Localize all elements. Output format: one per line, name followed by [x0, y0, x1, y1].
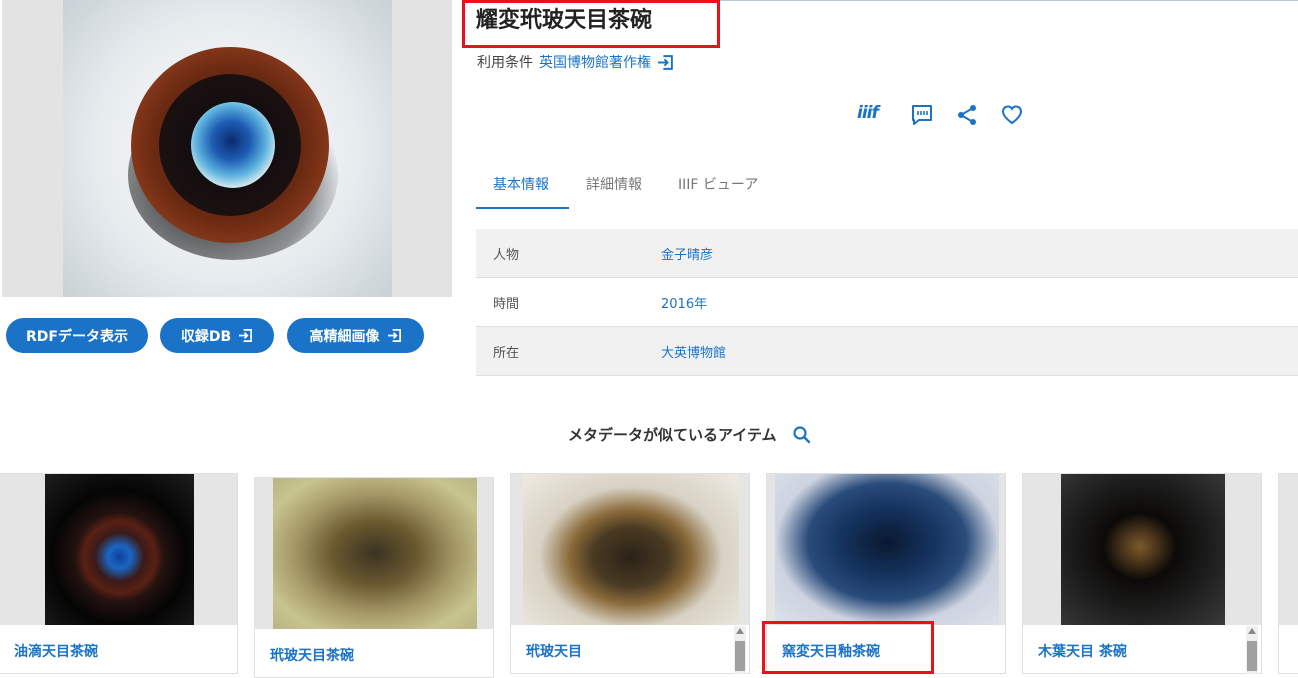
iiif-icon[interactable]: iiif [857, 103, 879, 123]
tab-detail-info[interactable]: 詳細情報 [569, 164, 659, 209]
comment-icon[interactable] [910, 103, 934, 127]
hires-image-button-label: 高精細画像 [309, 328, 380, 345]
hires-image-button[interactable]: 高精細画像 [287, 318, 424, 353]
card-title: 油滴天目茶碗 [14, 644, 98, 660]
info-row-person: 人物 金子晴彦 [476, 229, 1298, 278]
external-link-icon [239, 329, 253, 342]
external-link-icon [387, 329, 401, 342]
search-icon[interactable] [792, 425, 812, 445]
info-key: 所在 [493, 345, 520, 361]
rdf-data-button-label: RDFデータ表示 [26, 328, 128, 345]
info-key: 人物 [493, 247, 520, 263]
similar-items-heading: メタデータが似ているアイテム [568, 424, 812, 445]
similar-item-card[interactable]: 木葉天目 茶碗 [1022, 473, 1262, 674]
external-link-icon[interactable] [657, 54, 674, 71]
usage-terms-label: 利用条件 [477, 55, 533, 71]
info-row-time: 時間 2016年 [476, 278, 1298, 327]
card-scrollbar[interactable] [1246, 626, 1258, 674]
share-icon[interactable] [955, 103, 979, 127]
bowl-photo [63, 0, 392, 297]
card-thumbnail [767, 474, 1005, 625]
info-key: 時間 [493, 296, 520, 312]
collection-db-button[interactable]: 収録DB [160, 318, 274, 353]
usage-terms-link[interactable]: 英国博物館著作権 [539, 52, 651, 72]
top-divider [462, 0, 1298, 1]
card-thumbnail [255, 478, 493, 629]
basic-info-table: 人物 金子晴彦 時間 2016年 所在 大英博物館 [476, 229, 1298, 376]
similar-item-card[interactable]: 油滴天目茶碗 [0, 473, 238, 674]
info-value-link[interactable]: 2016年 [661, 293, 707, 312]
main-item-image[interactable] [2, 0, 452, 297]
similar-item-card[interactable]: 窯変天目釉茶碗 [766, 473, 1006, 674]
detail-tabs: 基本情報 詳細情報 IIIF ビューア [476, 164, 1298, 209]
card-scrollbar[interactable] [734, 626, 746, 674]
card-thumbnail [511, 474, 749, 625]
similar-item-card[interactable]: 玳玻天目茶碗 [254, 477, 494, 678]
similar-items-heading-text: メタデータが似ているアイテム [568, 426, 777, 444]
collection-db-button-label: 収録DB [180, 328, 232, 345]
similar-item-card[interactable]: 玳玻天目 [510, 473, 750, 674]
card-title: 玳玻天目茶碗 [270, 648, 354, 664]
rdf-data-button[interactable]: RDFデータ表示 [6, 318, 148, 353]
info-value-link[interactable]: 大英博物館 [661, 342, 726, 361]
info-value-link[interactable]: 金子晴彦 [661, 244, 713, 263]
tab-basic-info[interactable]: 基本情報 [476, 164, 569, 209]
item-title: 耀変玳玻天目茶碗 [476, 8, 653, 33]
usage-terms: 利用条件 英国博物館著作権 [477, 52, 674, 72]
info-row-location: 所在 大英博物館 [476, 327, 1298, 376]
card-thumbnail [1279, 474, 1298, 625]
card-title: 木葉天目 茶碗 [1038, 644, 1127, 660]
card-thumbnail [1023, 474, 1261, 625]
similar-item-card[interactable] [1278, 473, 1298, 674]
card-title: 玳玻天目 [526, 644, 582, 660]
card-thumbnail [0, 474, 237, 625]
heart-icon[interactable] [1000, 103, 1024, 127]
tab-iiif-viewer[interactable]: IIIF ビューア [661, 164, 775, 209]
card-title: 窯変天目釉茶碗 [782, 644, 880, 660]
